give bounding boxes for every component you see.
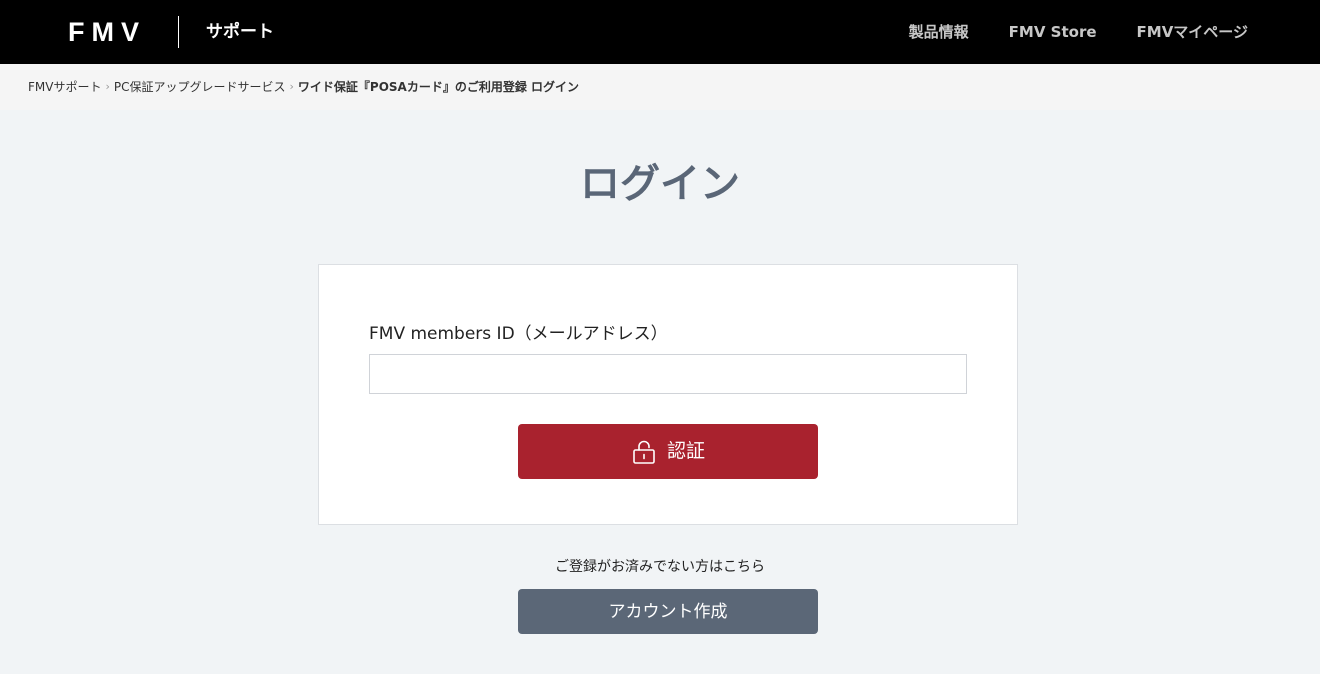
create-account-button[interactable]: アカウント作成 (518, 589, 818, 634)
breadcrumb-item-upgrade-service[interactable]: PC保証アップグレードサービス (114, 78, 286, 96)
nav-products[interactable]: 製品情報 (909, 21, 969, 43)
breadcrumb-item-fmv-support[interactable]: FMVサポート (28, 78, 101, 96)
member-id-label: FMV members ID（メールアドレス） (369, 324, 668, 344)
breadcrumb-separator-icon: › (289, 80, 294, 93)
authenticate-button-label: 認証 (666, 440, 705, 462)
breadcrumb: FMVサポート › PC保証アップグレードサービス › ワイド保証『POSAカー… (28, 78, 579, 96)
authenticate-button[interactable]: 認証 (518, 424, 818, 479)
unlock-icon (631, 439, 657, 465)
page-title: ログイン (580, 161, 740, 207)
support-site-label[interactable]: サポート (206, 21, 274, 43)
fmv-logo[interactable]: FMV (68, 17, 146, 47)
register-note: ご登録がお済みでない方はこちら (555, 559, 765, 575)
header-divider (178, 16, 179, 48)
member-id-input[interactable] (369, 354, 967, 394)
login-card: FMV members ID（メールアドレス） 認証 (318, 264, 1018, 525)
nav-store[interactable]: FMV Store (1009, 21, 1097, 43)
breadcrumb-bar: FMVサポート › PC保証アップグレードサービス › ワイド保証『POSAカー… (0, 64, 1320, 110)
global-nav: 製品情報 FMV Store FMVマイページ (869, 21, 1248, 43)
nav-mypage[interactable]: FMVマイページ (1137, 21, 1248, 43)
global-header: FMV サポート 製品情報 FMV Store FMVマイページ (0, 0, 1320, 64)
breadcrumb-item-current: ワイド保証『POSAカード』のご利用登録 ログイン (297, 80, 580, 94)
breadcrumb-separator-icon: › (105, 80, 110, 93)
